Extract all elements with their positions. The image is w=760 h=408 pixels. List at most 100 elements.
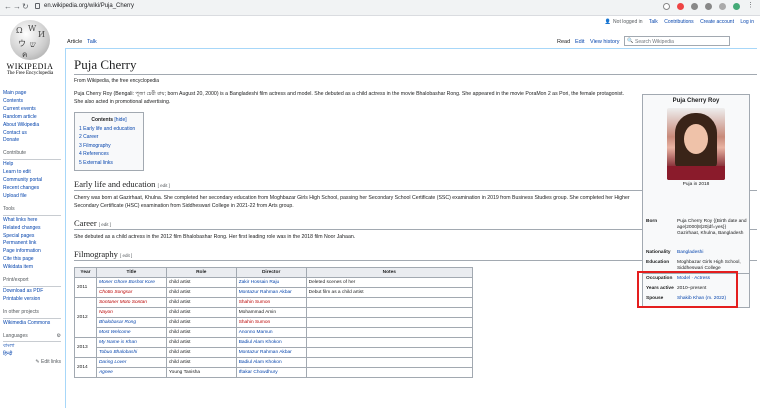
toc-item[interactable]: 5 External links <box>79 159 139 168</box>
logo-subtitle: The Free Encyclopedia <box>6 71 54 76</box>
sidebar-item[interactable]: Related changes <box>3 225 61 233</box>
sidebar-item[interactable]: Page information <box>3 248 61 256</box>
sidebar-item[interactable]: Random article <box>3 114 61 122</box>
sidebar-item[interactable]: Upload file <box>3 193 61 201</box>
extension-icon-2[interactable] <box>691 3 698 10</box>
cell-title[interactable]: Chotto Songsar <box>95 287 167 298</box>
infobox-name: Puja Cherry Roy <box>672 98 720 104</box>
sidebar-item[interactable]: Contact us <box>3 130 61 138</box>
sidebar-item[interactable]: Wikidata item <box>3 264 61 272</box>
sidebar-item[interactable]: Contents <box>3 98 61 106</box>
gear-icon[interactable]: ⚙ <box>57 333 61 341</box>
cell-director[interactable]: Iftakar Chowdhury <box>235 367 307 378</box>
wikipedia-logo[interactable]: ΩWИ ウשค WIKIPEDIA The Free Encyclopedia <box>4 20 56 76</box>
cell-role: child artist <box>165 357 237 368</box>
create-account-link[interactable]: Create account <box>700 19 734 25</box>
tab-read[interactable]: Read <box>557 39 570 45</box>
lock-icon <box>35 3 40 9</box>
cell-director[interactable]: Shahin Sumon <box>235 297 307 308</box>
cell-year: 2012 <box>74 297 97 338</box>
cell-notes <box>305 357 474 368</box>
sidebar-heading: Print/export <box>3 277 61 287</box>
sidebar-item[interactable]: Wikimedia Commons <box>3 320 61 328</box>
edit-section-link[interactable]: [ edit ] <box>120 253 132 258</box>
cell-role: child artist <box>165 307 237 318</box>
menu-icon[interactable]: ⋮ <box>747 1 754 9</box>
heading-filmography: Filmography <box>74 249 118 259</box>
language-link[interactable]: हिन्दी <box>3 351 61 359</box>
edit-section-link[interactable]: [ edit ] <box>158 183 170 188</box>
nationality-label: Nationality <box>646 250 671 255</box>
cell-role: child artist <box>165 297 237 308</box>
cell-notes <box>305 367 474 378</box>
sidebar-item[interactable]: Recent changes <box>3 185 61 193</box>
opera-icon[interactable] <box>677 3 684 10</box>
puzzle-icon[interactable] <box>705 3 712 10</box>
cell-title[interactable]: Bhalobasar Rong <box>95 317 167 328</box>
toc-item[interactable]: 4 References <box>79 150 139 159</box>
table-row: Agnee Young Tanisha Iftakar Chowdhury <box>75 367 474 378</box>
cell-director[interactable]: Zakir Hossain Raju <box>235 277 307 288</box>
cell-director[interactable]: Montazur Rahman Akbar <box>235 347 307 358</box>
cell-director[interactable]: Badiul Alam Khokon <box>235 357 307 368</box>
tab-talk[interactable]: Talk <box>87 39 97 45</box>
sidebar-item[interactable]: Community portal <box>3 177 61 185</box>
cell-title[interactable]: Daring Lover <box>95 357 167 368</box>
address-bar[interactable]: en.wikipedia.org/wiki/Puja_Cherry <box>44 3 134 9</box>
sidebar-item[interactable]: What links here <box>3 217 61 225</box>
nationality-value[interactable]: Bangladeshi <box>677 250 747 256</box>
toc-item[interactable]: 2 Career <box>79 133 139 142</box>
cell-director[interactable]: Montazur Rahman Akbar <box>235 287 307 298</box>
cell-title[interactable]: Nayon <box>95 307 167 318</box>
sidebar-item[interactable]: Cite this page <box>3 256 61 264</box>
sidebar-item[interactable]: Download as PDF <box>3 288 61 296</box>
profile-avatar[interactable] <box>733 3 740 10</box>
toc-item[interactable]: 1 Early life and education <box>79 125 139 134</box>
cell-title[interactable]: Sontaner Moto Sontan <box>95 297 167 308</box>
sidebar-item[interactable]: Special pages <box>3 233 61 241</box>
sidebar-item[interactable]: Donate <box>3 137 61 145</box>
sidebar-item[interactable]: Permanent link <box>3 240 61 248</box>
table-header: Notes <box>305 267 474 278</box>
cell-director[interactable]: Badiul Alam Khokon <box>235 337 307 348</box>
sidebar-item[interactable]: Current events <box>3 106 61 114</box>
toc-item[interactable]: 3 Filmography <box>79 142 139 151</box>
cell-director[interactable]: Anonno Mamun <box>235 327 307 338</box>
sidebar-main: Main page Contents Current events Random… <box>3 90 61 145</box>
cell-title[interactable]: Agnee <box>95 367 167 378</box>
search-input[interactable]: Search Wikipedia <box>624 36 730 46</box>
extension-icon[interactable] <box>663 3 670 10</box>
cell-title[interactable]: My Name is Khan <box>95 337 167 348</box>
table-row: Nayon child artist Mohammad Amin <box>75 307 474 318</box>
cell-title[interactable]: Most Welcome <box>95 327 167 338</box>
edit-links[interactable]: ✎ Edit links <box>3 359 61 367</box>
sidebar-item[interactable]: Printable version <box>3 296 61 304</box>
tab-edit[interactable]: Edit <box>575 39 584 45</box>
education-label: Education <box>646 260 670 265</box>
cell-role: Young Tanisha <box>165 367 237 378</box>
toc-hide-link[interactable]: [hide] <box>114 117 126 123</box>
sidebar-item[interactable]: About Wikipedia <box>3 122 61 130</box>
tab-article[interactable]: Article <box>67 39 82 45</box>
table-header: Role <box>165 267 237 278</box>
sidebar-item[interactable]: Learn to edit <box>3 169 61 177</box>
career-paragraph: She debuted as a child actress in the 20… <box>74 234 356 240</box>
talk-link[interactable]: Talk <box>649 19 658 25</box>
edit-section-link[interactable]: [ edit ] <box>99 222 111 227</box>
reload-icon[interactable]: ↻ <box>22 2 29 11</box>
forward-icon[interactable]: → <box>13 2 21 11</box>
tab-history[interactable]: View history <box>590 39 620 45</box>
contributions-link[interactable]: Contributions <box>664 19 693 25</box>
cell-title[interactable]: Tobuo Bhalobashi <box>95 347 167 358</box>
cell-director[interactable]: Mohammad Amin <box>235 307 307 318</box>
browser-toolbar: ← → ↻ en.wikipedia.org/wiki/Puja_Cherry … <box>0 0 760 16</box>
login-link[interactable]: Log in <box>740 19 754 25</box>
back-icon[interactable]: ← <box>4 2 12 11</box>
sidebar-item[interactable]: Help <box>3 161 61 169</box>
portrait-image[interactable] <box>667 108 725 180</box>
heading-early-life: Early life and education <box>74 179 156 189</box>
cell-director[interactable]: Shahin Sumon <box>235 317 307 328</box>
sidebar-item[interactable]: Main page <box>3 90 61 98</box>
sidebar-icon[interactable] <box>719 3 726 10</box>
cell-title[interactable]: Moner Ghore Boshot Kore <box>95 277 167 288</box>
